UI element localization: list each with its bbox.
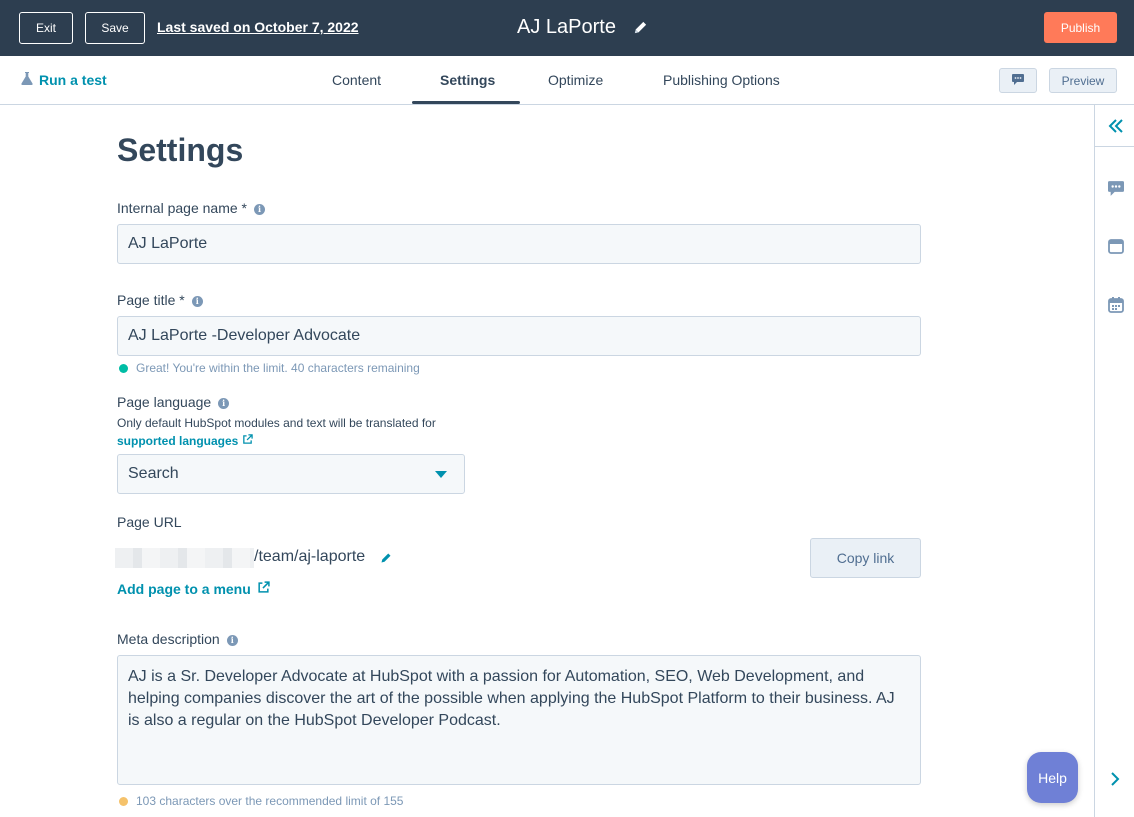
page-language-label-text: Page language	[117, 394, 212, 410]
add-page-to-menu-link[interactable]: Add page to a menu	[117, 581, 270, 597]
run-test-label: Run a test	[39, 72, 107, 88]
comment-button[interactable]	[999, 68, 1037, 93]
warning-dot	[119, 796, 128, 806]
save-button[interactable]: Save	[85, 12, 145, 44]
pencil-icon[interactable]	[380, 551, 392, 569]
tab-content[interactable]: Content	[332, 72, 381, 88]
info-icon[interactable]: i	[226, 635, 238, 646]
last-saved-link[interactable]: Last saved on October 7, 2022	[157, 19, 359, 35]
run-test-link[interactable]: Run a test	[21, 72, 107, 88]
chevron-right-icon[interactable]	[1108, 770, 1122, 793]
top-bar: Exit Save Last saved on October 7, 2022 …	[0, 0, 1134, 56]
flask-icon	[21, 72, 33, 88]
page-language-select-value: Search	[128, 465, 179, 482]
internal-name-label: Internal page name * i	[117, 200, 265, 216]
help-button[interactable]: Help	[1027, 752, 1078, 803]
page-title-hint: Great! You're within the limit. 40 chara…	[119, 361, 420, 375]
page-title-input[interactable]: AJ LaPorte -Developer Advocate	[117, 316, 921, 356]
publish-button[interactable]: Publish	[1044, 12, 1117, 43]
page-title-label: Page title * i	[117, 292, 203, 308]
calendar-icon[interactable]	[1108, 297, 1124, 318]
info-icon[interactable]: i	[191, 296, 203, 307]
page-language-description: Only default HubSpot modules and text wi…	[117, 416, 436, 430]
page-url-label: Page URL	[117, 514, 182, 530]
meta-description-hint-text: 103 characters over the recommended limi…	[136, 794, 404, 808]
page-title: Settings	[117, 132, 244, 168]
copy-link-button[interactable]: Copy link	[810, 538, 921, 578]
internal-name-input[interactable]: AJ LaPorte	[117, 224, 921, 264]
internal-name-label-text: Internal page name *	[117, 200, 247, 216]
comment-icon[interactable]	[1108, 181, 1124, 201]
meta-description-textarea[interactable]: AJ is a Sr. Developer Advocate at HubSpo…	[117, 655, 921, 785]
redacted-domain	[115, 548, 254, 568]
tab-publishing-options[interactable]: Publishing Options	[663, 72, 780, 88]
external-link-icon	[257, 581, 270, 597]
tab-optimize[interactable]: Optimize	[548, 72, 603, 88]
page-title-hint-text: Great! You're within the limit. 40 chara…	[136, 361, 420, 375]
meta-description-label-text: Meta description	[117, 631, 220, 647]
supported-languages-link[interactable]: supported languages	[117, 434, 254, 448]
comment-icon	[1012, 73, 1024, 88]
page-title-label-text: Page title *	[117, 292, 185, 308]
double-chevron-left-icon[interactable]	[1107, 117, 1125, 140]
page-language-label: Page language i	[117, 394, 230, 410]
page-name-title: AJ LaPorte	[517, 16, 616, 38]
success-dot	[119, 363, 128, 373]
tab-settings[interactable]: Settings	[440, 72, 495, 88]
layout-icon[interactable]	[1108, 239, 1124, 259]
page-url-path: /team/aj-laporte	[254, 548, 366, 565]
right-sidebar-rail	[1094, 105, 1134, 817]
pencil-icon[interactable]	[633, 20, 648, 40]
info-icon[interactable]: i	[253, 204, 265, 215]
page-language-select[interactable]: Search	[117, 454, 465, 494]
tab-bar: Run a test Content Settings Optimize Pub…	[0, 56, 1134, 105]
exit-button[interactable]: Exit	[19, 12, 73, 44]
caret-down-icon	[435, 470, 447, 478]
rail-divider	[1095, 146, 1134, 147]
active-tab-indicator	[412, 101, 520, 104]
supported-languages-text[interactable]: supported languages	[117, 434, 238, 448]
meta-description-hint: 103 characters over the recommended limi…	[119, 794, 403, 808]
add-page-to-menu-text: Add page to a menu	[117, 581, 251, 597]
preview-button[interactable]: Preview	[1049, 68, 1117, 93]
info-icon[interactable]: i	[218, 398, 230, 409]
external-link-icon	[242, 434, 254, 448]
meta-description-label: Meta description i	[117, 631, 238, 647]
